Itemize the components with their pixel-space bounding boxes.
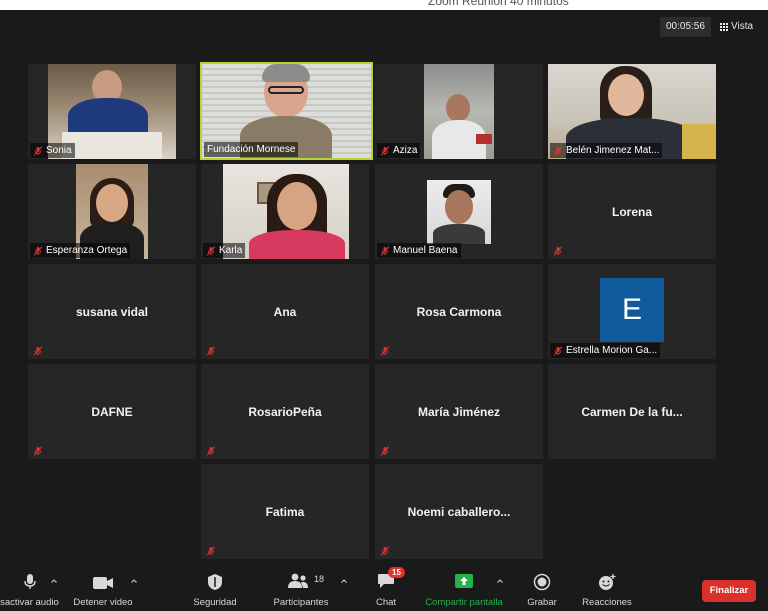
- participant-video: [424, 64, 494, 159]
- chevron-up-icon[interactable]: [50, 577, 58, 585]
- participant-tile-aziza[interactable]: Aziza: [375, 64, 543, 159]
- participants-label: Participantes: [273, 597, 329, 608]
- end-meeting-button[interactable]: Finalizar: [702, 580, 756, 602]
- participant-label: Belén Jimenez Mat...: [550, 143, 663, 158]
- participant-tile-lorena[interactable]: Lorena: [548, 164, 716, 259]
- reactions-button[interactable]: Reacciones: [578, 563, 636, 611]
- participant-tile-maria[interactable]: María Jiménez: [375, 364, 543, 459]
- participant-tile-esperanza[interactable]: Esperanza Ortega: [28, 164, 196, 259]
- participant-tile-belen[interactable]: Belén Jimenez Mat...: [548, 64, 716, 159]
- mute-label: Desactivar audio: [0, 597, 59, 608]
- muted-mic-icon: [553, 146, 563, 156]
- muted-mic-icon: [33, 146, 43, 156]
- view-label: Vista: [731, 21, 754, 32]
- muted-mic-icon: [206, 246, 216, 256]
- muted-mic-icon: [553, 246, 563, 256]
- window-title: Zoom Reunión 40 minutos: [428, 0, 569, 8]
- muted-mic-icon: [553, 346, 563, 356]
- participant-label: Esperanza Ortega: [30, 243, 131, 258]
- participant-tile-sonia[interactable]: Sonia: [28, 64, 196, 159]
- participants-icon: [288, 573, 308, 588]
- gallery-view: Sonia Fundación Mornese Aziza Belén Jime…: [0, 40, 768, 563]
- microphone-icon: [24, 574, 36, 589]
- grid-view-icon: [720, 23, 728, 31]
- meeting-toolbar: Desactivar audio Detener video Seguridad…: [0, 563, 768, 611]
- participant-tile-manuel[interactable]: Manuel Baena: [375, 164, 543, 259]
- participants-count: 18: [314, 574, 325, 584]
- participant-tile-fatima[interactable]: Fatima: [201, 464, 369, 559]
- participant-tile-dafne[interactable]: DAFNE: [28, 364, 196, 459]
- muted-mic-icon: [380, 446, 390, 456]
- avatar: E: [600, 278, 664, 342]
- participant-label: Fundación Mornese: [204, 142, 299, 157]
- chat-unread-badge: 15: [388, 567, 405, 578]
- participant-name: susana vidal: [75, 304, 149, 319]
- shield-icon: [208, 574, 222, 590]
- mute-button[interactable]: Desactivar audio: [0, 563, 60, 611]
- muted-mic-icon: [33, 246, 43, 256]
- participant-tile-rosario[interactable]: RosarioPeña: [201, 364, 369, 459]
- participants-button[interactable]: 18 Participantes: [266, 563, 336, 611]
- participant-name: Ana: [273, 304, 297, 319]
- muted-mic-icon: [206, 346, 216, 356]
- video-camera-icon: [93, 577, 113, 589]
- participant-name: Fatima: [265, 504, 305, 519]
- participant-label: Karla: [203, 243, 246, 258]
- muted-mic-icon: [206, 546, 216, 556]
- participant-name: RosarioPeña: [248, 404, 322, 419]
- participant-tile-susana[interactable]: susana vidal: [28, 264, 196, 359]
- chat-label: Chat: [375, 597, 397, 608]
- participant-label: Manuel Baena: [377, 243, 461, 258]
- participant-name: María Jiménez: [417, 404, 501, 419]
- participant-tile-carmen[interactable]: Carmen De la fu...: [548, 364, 716, 459]
- record-button[interactable]: Grabar: [520, 563, 564, 611]
- participant-label: Aziza: [377, 143, 421, 158]
- share-screen-icon: [455, 574, 473, 588]
- participant-video: [427, 180, 491, 244]
- video-label: Detener video: [73, 597, 133, 608]
- participant-tile-estrella[interactable]: E Estrella Morion Ga...: [548, 264, 716, 359]
- participant-name: Noemi caballero...: [407, 504, 511, 519]
- view-button[interactable]: Vista: [720, 17, 753, 37]
- participant-label: Sonia: [30, 143, 75, 158]
- stop-video-button[interactable]: Detener video: [70, 563, 136, 611]
- participant-name: DAFNE: [91, 404, 133, 419]
- window-title-bar: Zoom Reunión 40 minutos: [0, 0, 768, 10]
- muted-mic-icon: [380, 346, 390, 356]
- chevron-up-icon[interactable]: [340, 577, 348, 585]
- muted-mic-icon: [206, 446, 216, 456]
- participant-tile-ana[interactable]: Ana: [201, 264, 369, 359]
- participant-tile-rosa[interactable]: Rosa Carmona: [375, 264, 543, 359]
- reactions-icon: [599, 574, 616, 590]
- meeting-topbar: 00:05:56 Vista: [0, 10, 768, 40]
- muted-mic-icon: [33, 346, 43, 356]
- participant-tile-noemi[interactable]: Noemi caballero...: [375, 464, 543, 559]
- share-screen-button[interactable]: Compartir pantalla: [420, 563, 508, 611]
- muted-mic-icon: [33, 446, 43, 456]
- chevron-up-icon[interactable]: [130, 577, 138, 585]
- reactions-label: Reacciones: [582, 597, 632, 608]
- chat-button[interactable]: 15 Chat: [364, 563, 408, 611]
- record-label: Grabar: [527, 597, 557, 608]
- meeting-timer: 00:05:56: [660, 17, 711, 37]
- muted-mic-icon: [380, 546, 390, 556]
- chevron-up-icon[interactable]: [496, 577, 504, 585]
- share-label: Compartir pantalla: [425, 597, 503, 608]
- participant-name: Lorena: [611, 204, 652, 219]
- participant-tile-fundacion-mornese[interactable]: Fundación Mornese: [200, 62, 373, 160]
- muted-mic-icon: [380, 146, 390, 156]
- security-button[interactable]: Seguridad: [186, 563, 244, 611]
- participant-label: Estrella Morion Ga...: [550, 343, 661, 358]
- participant-tile-karla[interactable]: Karla: [201, 164, 369, 259]
- participant-name: Rosa Carmona: [416, 304, 502, 319]
- record-icon: [533, 573, 551, 591]
- participant-name: Carmen De la fu...: [581, 404, 683, 419]
- muted-mic-icon: [380, 246, 390, 256]
- security-label: Seguridad: [193, 597, 237, 608]
